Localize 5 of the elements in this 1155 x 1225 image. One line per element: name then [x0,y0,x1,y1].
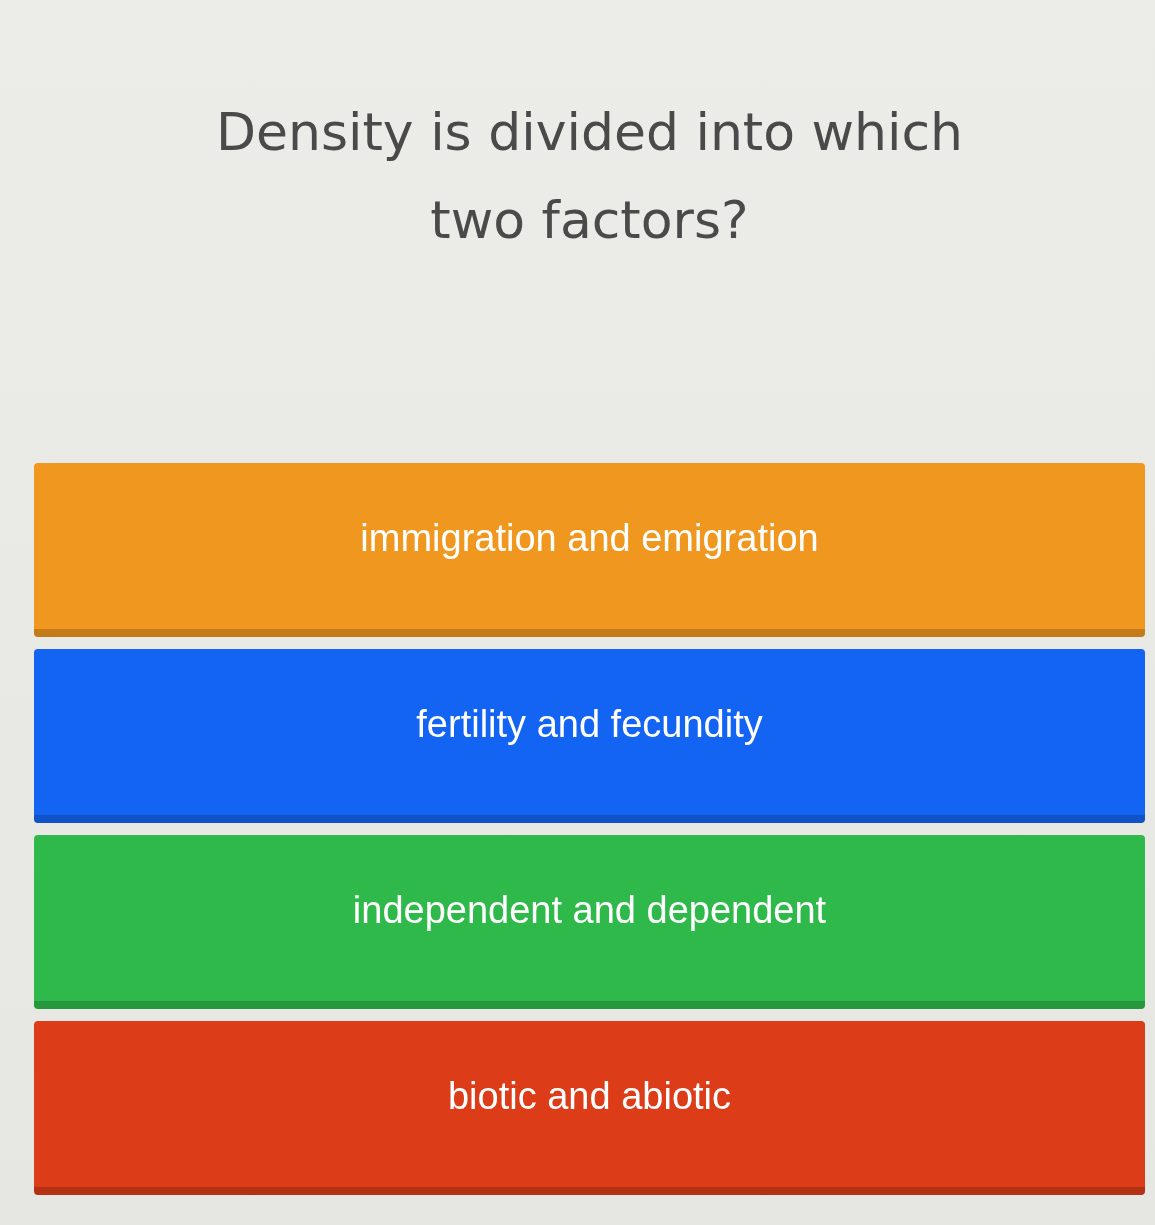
answer-button[interactable]: biotic and abiotic [34,1021,1145,1195]
answer-button[interactable]: independent and dependent [34,835,1145,1009]
answer-button[interactable]: immigration and emigration [34,463,1145,637]
question-text: Density is divided into which two factors? [214,101,965,252]
answer-button[interactable]: fertility and fecundity [34,649,1145,823]
